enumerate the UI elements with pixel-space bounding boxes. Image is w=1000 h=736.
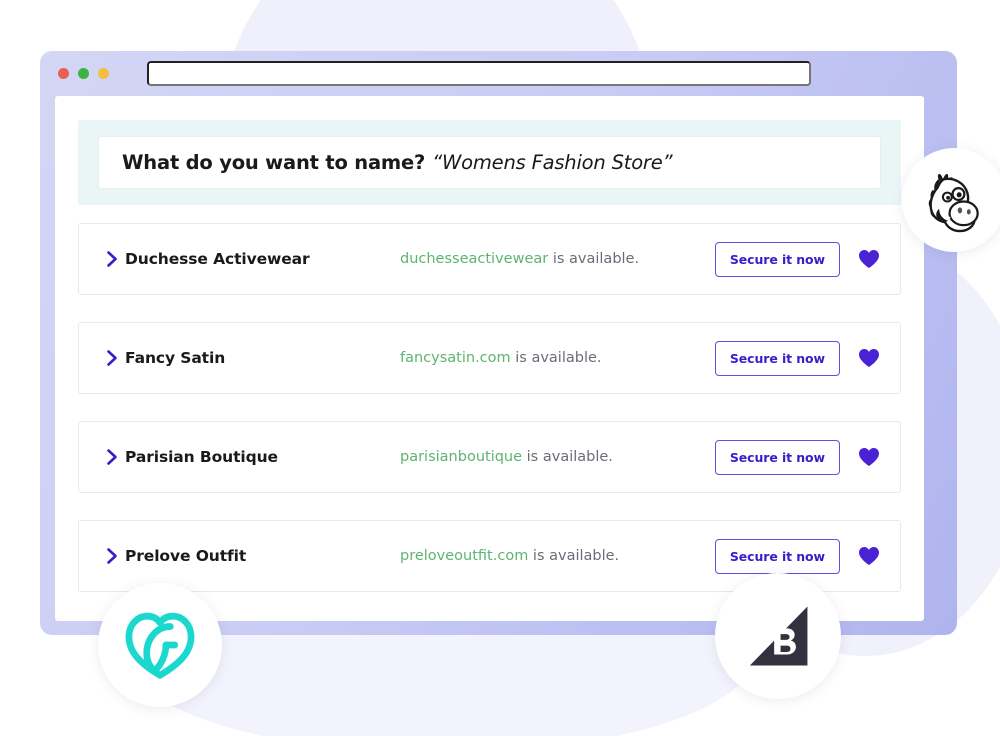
- result-name: Parisian Boutique: [125, 448, 278, 466]
- table-row[interactable]: Duchesse Activewear duchesseactivewear i…: [78, 223, 901, 295]
- heart-icon[interactable]: [858, 546, 880, 566]
- secure-it-now-button[interactable]: Secure it now: [714, 538, 840, 574]
- secure-it-now-button[interactable]: Secure it now: [714, 439, 840, 475]
- prompt-box: What do you want to name? “Womens Fashio…: [98, 136, 881, 189]
- heart-icon[interactable]: [858, 249, 880, 269]
- availability-text: preloveoutfit.com is available.: [400, 548, 715, 564]
- traffic-light-controls: [58, 68, 109, 79]
- chevron-right-icon[interactable]: [99, 547, 125, 565]
- chevron-right-icon[interactable]: [99, 349, 125, 367]
- availability-status: is available.: [528, 548, 620, 564]
- availability-text: fancysatin.com is available.: [400, 350, 715, 366]
- availability-text: parisianboutique is available.: [400, 449, 715, 465]
- chevron-right-icon[interactable]: [99, 448, 125, 466]
- availability-status: is available.: [522, 449, 613, 465]
- prompt-value: “Womens Fashion Store”: [432, 151, 673, 174]
- minimize-window-dot[interactable]: [78, 68, 89, 79]
- mascot-donkey-logo: [902, 148, 1000, 252]
- availability-status: is available.: [510, 350, 602, 366]
- secure-it-now-button[interactable]: Secure it now: [714, 340, 840, 376]
- domain-name: parisianboutique: [400, 449, 523, 465]
- bigcommerce-logo: [715, 573, 841, 699]
- heart-icon[interactable]: [858, 348, 880, 368]
- name-results-list: Duchesse Activewear duchesseactivewear i…: [78, 223, 901, 592]
- prompt-label: What do you want to name?: [122, 151, 426, 174]
- close-window-dot[interactable]: [58, 68, 69, 79]
- availability-text: duchesseactivewear is available.: [400, 251, 715, 267]
- table-row[interactable]: Fancy Satin fancysatin.com is available.…: [78, 322, 901, 394]
- domain-name: duchesseactivewear: [400, 251, 549, 267]
- chevron-right-icon[interactable]: [99, 250, 125, 268]
- maximize-window-dot[interactable]: [98, 68, 109, 79]
- domain-name: fancysatin.com: [400, 350, 511, 366]
- prompt-banner: What do you want to name? “Womens Fashio…: [78, 120, 901, 205]
- heart-icon[interactable]: [858, 447, 880, 467]
- result-name: Fancy Satin: [125, 349, 226, 367]
- address-bar[interactable]: [147, 61, 811, 86]
- secure-it-now-button[interactable]: Secure it now: [714, 241, 840, 277]
- browser-window: What do you want to name? “Womens Fashio…: [40, 51, 957, 635]
- availability-status: is available.: [548, 251, 640, 267]
- result-name: Duchesse Activewear: [125, 250, 310, 268]
- domain-name: preloveoutfit.com: [400, 548, 529, 564]
- table-row[interactable]: Parisian Boutique parisianboutique is av…: [78, 421, 901, 493]
- result-name: Prelove Outfit: [125, 547, 247, 565]
- godaddy-logo: [98, 583, 222, 707]
- page-viewport: What do you want to name? “Womens Fashio…: [55, 96, 924, 621]
- browser-titlebar: [40, 51, 957, 96]
